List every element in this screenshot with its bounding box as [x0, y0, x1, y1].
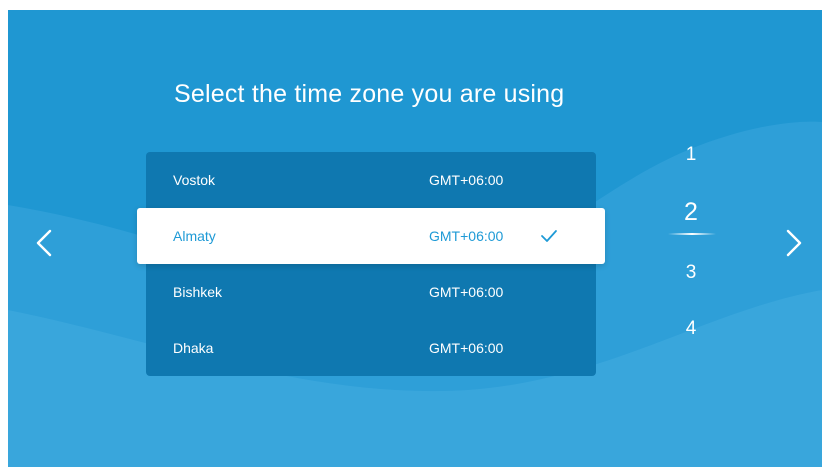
timezone-setup-screen: Select the time zone you are using Vosto…: [8, 10, 822, 467]
timezone-row-vostok[interactable]: Vostok GMT+06:00: [146, 152, 596, 208]
timezone-row-bishkek[interactable]: Bishkek GMT+06:00: [146, 264, 596, 320]
page-number-4[interactable]: 4: [658, 318, 724, 340]
timezone-offset: GMT+06:00: [429, 228, 504, 244]
page-number-3[interactable]: 3: [658, 262, 724, 284]
timezone-row-almaty[interactable]: Almaty GMT+06:00: [137, 208, 605, 264]
current-page-underline: [668, 233, 716, 235]
checkmark-icon: [541, 230, 557, 242]
timezone-row-dhaka[interactable]: Dhaka GMT+06:00: [146, 320, 596, 376]
page-number-2[interactable]: 2: [658, 198, 724, 227]
timezone-city: Dhaka: [173, 340, 214, 356]
timezone-list: Vostok GMT+06:00 Almaty GMT+06:00 Bishke…: [137, 152, 605, 376]
chevron-right-icon[interactable]: [782, 225, 806, 261]
timezone-offset: GMT+06:00: [429, 172, 504, 188]
page-number-1[interactable]: 1: [658, 144, 724, 166]
timezone-city: Almaty: [173, 228, 216, 244]
page-title: Select the time zone you are using: [174, 80, 565, 108]
timezone-offset: GMT+06:00: [429, 284, 504, 300]
timezone-city: Bishkek: [173, 284, 223, 300]
timezone-city: Vostok: [173, 172, 216, 188]
chevron-left-icon[interactable]: [32, 225, 56, 261]
timezone-offset: GMT+06:00: [429, 340, 504, 356]
